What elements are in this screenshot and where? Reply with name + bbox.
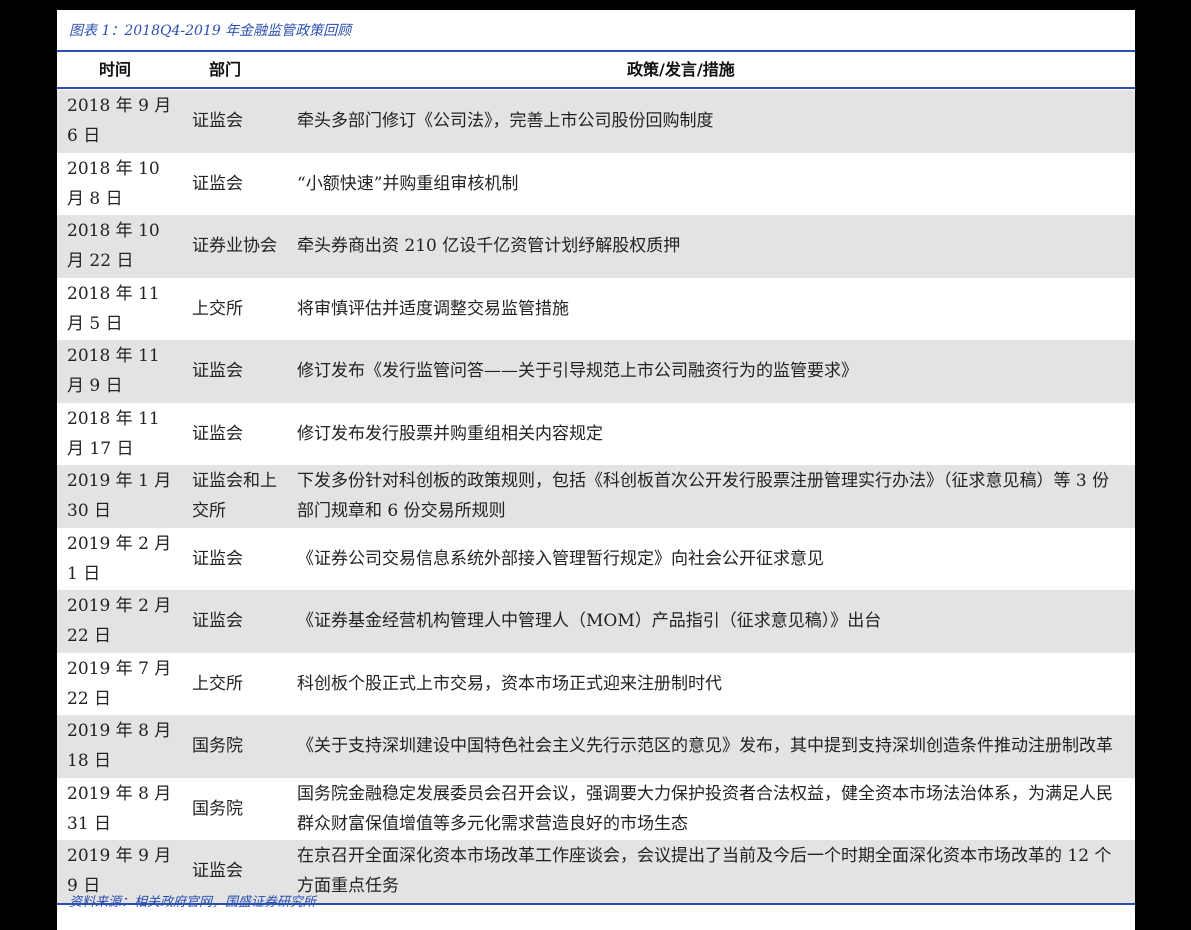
row-policy-cell: 《证券公司交易信息系统外部接入管理暂行规定》向社会公开征求意见 <box>297 528 1121 591</box>
row-policy: 在京召开全面深化资本市场改革工作座谈会，会议提出了当前及今后一个时期全面深化资本… <box>297 846 1112 897</box>
row-dept-cell: 上交所 <box>192 653 277 716</box>
row-policy: 《关于支持深圳建设中国特色社会主义先行示范区的意见》发布，其中提到支持深圳创造条… <box>297 736 1113 757</box>
header-policy: 政策/发言/措施 <box>627 60 735 79</box>
row-date: 2018 年 10 月 8 日 <box>67 158 160 209</box>
table-caption: 图表 1：2018Q4-2019 年金融监管政策回顾 <box>69 23 352 39</box>
row-policy: 牵头券商出资 210 亿设千亿资管计划纾解股权质押 <box>297 236 681 257</box>
row-policy: 《证券基金经营机构管理人中管理人（MOM）产品指引（征求意见稿）》出台 <box>297 611 882 632</box>
row-dept-cell: 证监会 <box>192 403 277 466</box>
row-date-cell: 2018 年 10 月 8 日 <box>67 153 177 216</box>
row-policy: “小额快速”并购重组审核机制 <box>297 173 519 194</box>
table-header: 时间 部门 政策/发言/措施 <box>57 54 1135 86</box>
bottom-rule <box>57 903 1135 905</box>
row-dept: 上交所 <box>192 673 243 694</box>
table-row: 2018 年 11 月 17 日 证监会 修订发布发行股票并购重组相关内容规定 <box>57 403 1135 466</box>
row-policy-cell: “小额快速”并购重组审核机制 <box>297 153 1121 216</box>
row-policy-cell: 科创板个股正式上市交易，资本市场正式迎来注册制时代 <box>297 653 1121 716</box>
row-date: 2019 年 2 月 22 日 <box>67 596 172 647</box>
row-dept: 上交所 <box>192 298 243 319</box>
row-date: 2018 年 10 月 22 日 <box>67 221 160 272</box>
table-row: 2018 年 11 月 5 日 上交所 将审慎评估并适度调整交易监管措施 <box>57 278 1135 341</box>
row-dept: 证监会 <box>192 861 243 882</box>
header-rule <box>57 87 1135 89</box>
table-row: 2018 年 9 月 6 日证监会 牵头多部门修订《公司法》，完善上市公司股份回购… <box>57 90 1135 153</box>
row-dept-cell: 上交所 <box>192 278 277 341</box>
row-date-cell: 2018 年 11 月 9 日 <box>67 340 177 403</box>
row-dept-cell: 国务院 <box>192 715 277 778</box>
row-policy: 修订发布发行股票并购重组相关内容规定 <box>297 423 603 444</box>
row-date-cell: 2019 年 2 月 22 日 <box>67 590 177 653</box>
row-dept: 国务院 <box>192 798 243 819</box>
row-date: 2019 年 2 月 1 日 <box>67 533 172 584</box>
row-dept: 证监会 <box>192 548 243 569</box>
row-date-cell: 2019 年 8 月 18 日 <box>67 715 177 778</box>
row-dept: 国务院 <box>192 736 243 757</box>
row-dept: 证监会 <box>192 173 243 194</box>
row-date: 2018 年 9 月 6 日 <box>67 96 172 147</box>
table-row: 2019 年 8 月 31 日国务院 国务院金融稳定发展委员会召开会议，强调要大力… <box>57 778 1135 841</box>
row-policy-cell: 在京召开全面深化资本市场改革工作座谈会，会议提出了当前及今后一个时期全面深化资本… <box>297 840 1121 903</box>
table-row: 2018 年 10 月 8 日 证监会 “小额快速”并购重组审核机制 <box>57 153 1135 216</box>
top-rule <box>57 50 1135 52</box>
row-date-cell: 2018 年 9 月 6 日 <box>67 90 177 153</box>
row-date: 2019 年 1 月 30 日 <box>67 471 172 522</box>
table-row: 2019 年 7 月 22 日上交所 科创板个股正式上市交易，资本市场正式迎来注册… <box>57 653 1135 716</box>
row-policy-cell: 《关于支持深圳建设中国特色社会主义先行示范区的意见》发布，其中提到支持深圳创造条… <box>297 715 1121 778</box>
row-date-cell: 2019 年 2 月 1 日 <box>67 528 177 591</box>
row-policy-cell: 牵头多部门修订《公司法》，完善上市公司股份回购制度 <box>297 90 1121 153</box>
row-dept-cell: 证监会 <box>192 340 277 403</box>
row-dept: 证监会 <box>192 111 243 132</box>
row-date: 2019 年 8 月 18 日 <box>67 721 172 772</box>
row-policy: 牵头多部门修订《公司法》，完善上市公司股份回购制度 <box>297 111 714 132</box>
row-date-cell: 2018 年 11 月 17 日 <box>67 403 177 466</box>
row-date-cell: 2018 年 11 月 5 日 <box>67 278 177 341</box>
row-policy: 将审慎评估并适度调整交易监管措施 <box>297 298 569 319</box>
row-dept-cell: 证监会 <box>192 90 277 153</box>
row-dept-cell: 证监会 <box>192 528 277 591</box>
row-policy-cell: 修订发布《发行监管问答——关于引导规范上市公司融资行为的监管要求》 <box>297 340 1121 403</box>
table-row: 2019 年 2 月 22 日证监会 《证券基金经营机构管理人中管理人（MOM）产… <box>57 590 1135 653</box>
row-policy-cell: 修订发布发行股票并购重组相关内容规定 <box>297 403 1121 466</box>
row-dept-cell: 证监会 <box>192 153 277 216</box>
table-row: 2019 年 2 月 1 日证监会 《证券公司交易信息系统外部接入管理暂行规定》向… <box>57 528 1135 591</box>
header-dept: 部门 <box>209 60 242 79</box>
row-dept-cell: 证监会和上交所 <box>192 465 277 528</box>
row-dept: 证监会和上交所 <box>192 471 277 522</box>
row-date-cell: 2019 年 1 月 30 日 <box>67 465 177 528</box>
row-policy: 下发多份针对科创板的政策规则，包括《科创板首次公开发行股票注册管理实行办法》（征… <box>297 471 1110 522</box>
row-policy-cell: 下发多份针对科创板的政策规则，包括《科创板首次公开发行股票注册管理实行办法》（征… <box>297 465 1121 528</box>
row-dept-cell: 证券业协会 <box>192 215 277 278</box>
row-dept: 证监会 <box>192 611 243 632</box>
table-row: 2019 年 8 月 18 日国务院 《关于支持深圳建设中国特色社会主义先行示范区… <box>57 715 1135 778</box>
row-date: 2018 年 11 月 9 日 <box>67 346 160 397</box>
row-dept-cell: 证监会 <box>192 590 277 653</box>
row-dept: 证监会 <box>192 361 243 382</box>
table-row: 2018 年 11 月 9 日 证监会 修订发布《发行监管问答——关于引导规范上市公… <box>57 340 1135 403</box>
row-date-cell: 2019 年 7 月 22 日 <box>67 653 177 716</box>
row-policy-cell: 牵头券商出资 210 亿设千亿资管计划纾解股权质押 <box>297 215 1121 278</box>
document-page: 图表 1：2018Q4-2019 年金融监管政策回顾 时间 部门 政策/发言/措… <box>57 10 1135 930</box>
table-row: 2019 年 1 月 30 日证监会和上交所 下发多份针对科创板的政策规则，包括《… <box>57 465 1135 528</box>
row-policy: 修订发布《发行监管问答——关于引导规范上市公司融资行为的监管要求》 <box>297 361 858 382</box>
row-date-cell: 2019 年 8 月 31 日 <box>67 778 177 841</box>
row-policy: 科创板个股正式上市交易，资本市场正式迎来注册制时代 <box>297 673 722 694</box>
row-policy-cell: 将审慎评估并适度调整交易监管措施 <box>297 278 1121 341</box>
row-date: 2019 年 8 月 31 日 <box>67 783 172 834</box>
row-dept-cell: 国务院 <box>192 778 277 841</box>
row-date: 2019 年 7 月 22 日 <box>67 658 172 709</box>
row-date: 2018 年 11 月 5 日 <box>67 283 160 334</box>
row-date: 2018 年 11 月 17 日 <box>67 408 160 459</box>
table-row: 2018 年 10 月 22 日 证券业协会 牵头券商出资 210 亿设千亿资管计划… <box>57 215 1135 278</box>
row-policy-cell: 国务院金融稳定发展委员会召开会议，强调要大力保护投资者合法权益，健全资本市场法治… <box>297 778 1121 841</box>
table-body: 2018 年 9 月 6 日证监会 牵头多部门修订《公司法》，完善上市公司股份回购… <box>57 90 1135 903</box>
row-policy: 《证券公司交易信息系统外部接入管理暂行规定》向社会公开征求意见 <box>297 548 824 569</box>
row-dept: 证券业协会 <box>192 236 277 257</box>
row-policy: 国务院金融稳定发展委员会召开会议，强调要大力保护投资者合法权益，健全资本市场法治… <box>297 783 1113 834</box>
header-date: 时间 <box>99 60 132 79</box>
row-date-cell: 2018 年 10 月 22 日 <box>67 215 177 278</box>
row-dept: 证监会 <box>192 423 243 444</box>
row-policy-cell: 《证券基金经营机构管理人中管理人（MOM）产品指引（征求意见稿）》出台 <box>297 590 1121 653</box>
